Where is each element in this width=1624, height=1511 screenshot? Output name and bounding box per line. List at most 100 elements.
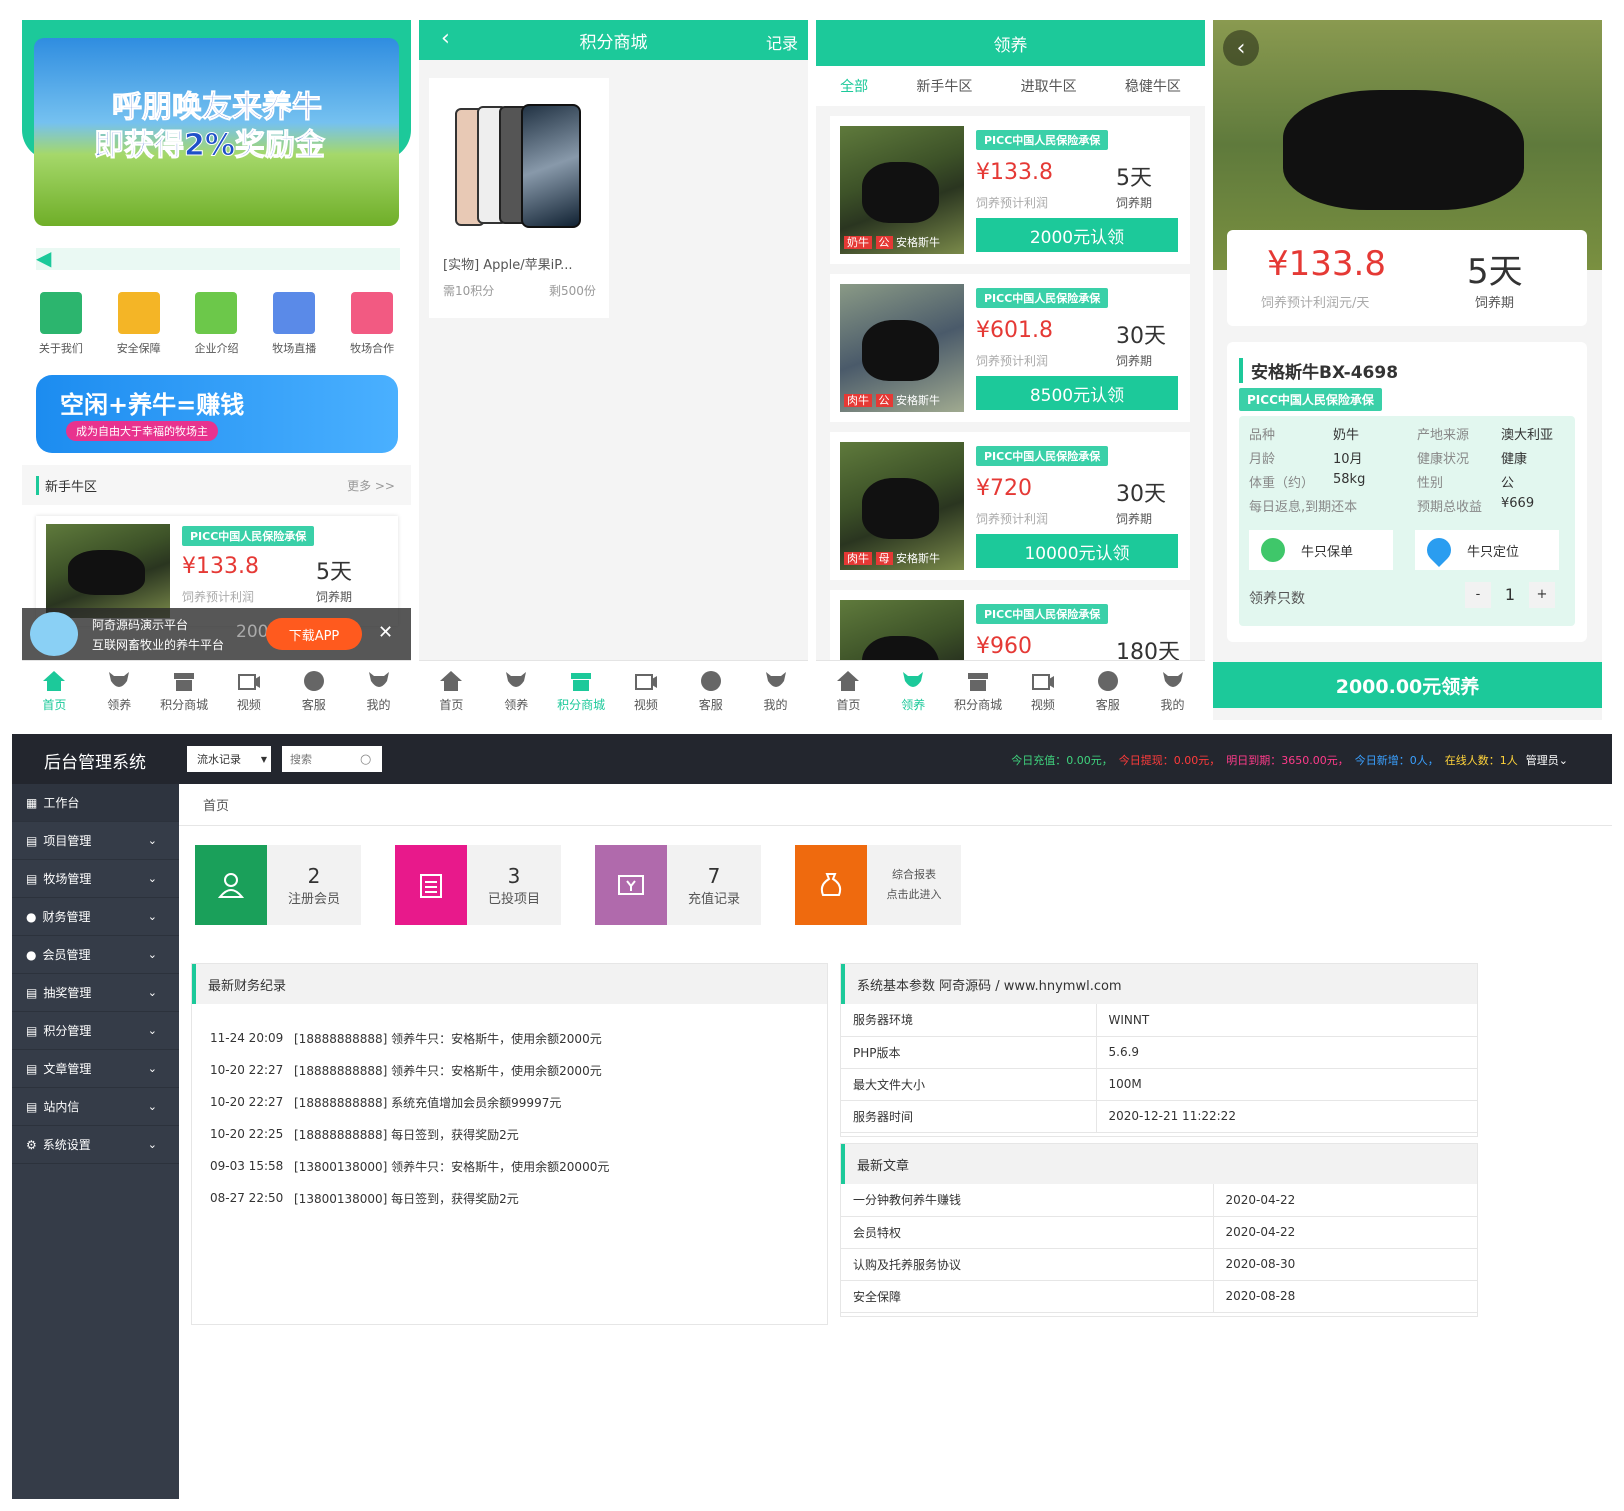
grid-icon: ▦	[26, 795, 38, 810]
adopt-card[interactable]: 肉牛 公 安格斯牛 PICC中国人民保险承保 ¥601.8 30天 饲养预计利润…	[830, 274, 1190, 422]
nav-home[interactable]: 首页	[419, 661, 484, 720]
policy-button[interactable]: 牛只保单	[1249, 530, 1393, 570]
search-input[interactable]	[290, 752, 360, 766]
nav-adopt[interactable]: 领养	[484, 661, 549, 720]
adopt-card[interactable]: 肉牛 母 安格斯牛 PICC中国人民保险承保 ¥720 30天 饲养预计利润 饲…	[830, 432, 1190, 580]
cow-price: ¥133.8	[182, 554, 259, 579]
qty-value[interactable]: 1	[1495, 582, 1525, 608]
nav-video[interactable]: 视频	[613, 661, 678, 720]
tab-novice[interactable]: 新手牛区	[916, 76, 972, 96]
type-select[interactable]: 流水记录 ▼	[187, 746, 271, 772]
yen-note-icon	[618, 875, 644, 895]
claim-button[interactable]: 2000元认领	[976, 218, 1178, 252]
claim-button[interactable]: 8500元认领	[976, 376, 1178, 410]
table-row[interactable]: 一分钟教何养牛赚钱 2020-04-22	[841, 1184, 1477, 1217]
stat-card-projects[interactable]: 3 已投项目	[395, 845, 561, 925]
nav-service[interactable]: 客服	[1075, 661, 1140, 720]
claim-button[interactable]: 10000元认领	[976, 534, 1178, 568]
nav-mine[interactable]: 我的	[1140, 661, 1205, 720]
locate-button[interactable]: 牛只定位	[1415, 530, 1559, 570]
list-item: 10-20 22:27 [18888888888] 领养牛只：安格斯牛，使用余额2…	[210, 1063, 602, 1078]
detail-days-label: 饲养期	[1475, 296, 1515, 311]
sidebar-item-articles[interactable]: ▤ 文章管理 ⌄	[12, 1050, 179, 1088]
clipboard-icon	[420, 874, 442, 898]
sidebar-item-points[interactable]: ▤ 积分管理 ⌄	[12, 1012, 179, 1050]
nav-service[interactable]: 客服	[281, 661, 346, 720]
qty-plus-button[interactable]: +	[1529, 582, 1555, 608]
nav-shop[interactable]: 积分商城	[549, 661, 614, 720]
nav-home[interactable]: 首页	[22, 661, 87, 720]
promo-title: 空闲+养牛=赚钱	[60, 391, 245, 419]
cow-days: 30天	[1116, 324, 1166, 349]
tab-advance[interactable]: 进取牛区	[1021, 76, 1077, 96]
nav-shop[interactable]: 积分商城	[946, 661, 1011, 720]
banner-text-line2: 即获得2%奖励金	[94, 128, 326, 164]
home-icon	[837, 670, 860, 691]
shop-screen: ‹ 积分商城 记录 [实物] Apple/苹果iP... 需10积分 剩500份…	[419, 20, 808, 720]
cow-tags: 肉牛 公 安格斯牛	[844, 392, 940, 408]
nav-service[interactable]: 客服	[678, 661, 743, 720]
sidebar-item-settings[interactable]: ⚙ 系统设置 ⌄	[12, 1126, 179, 1164]
product-remain: 剩500份	[549, 284, 596, 298]
sidebar-item-lottery[interactable]: ▤ 抽奖管理 ⌄	[12, 974, 179, 1012]
stat-card-recharge[interactable]: 7 充值记录	[595, 845, 761, 925]
table-row: 服务器环境 WINNT	[841, 1004, 1477, 1037]
table-row[interactable]: 会员特权 2020-04-22	[841, 1216, 1477, 1249]
detail-days: 5天	[1467, 252, 1523, 292]
product-card[interactable]: [实物] Apple/苹果iP... 需10积分 剩500份	[429, 78, 609, 318]
app-line1: 阿奇源码演示平台	[92, 618, 189, 632]
admin-topbar: 后台管理系统 流水记录▼ ○ 今日充值：0.00元， 今日提现：0.00元， 明…	[12, 734, 1612, 784]
sidebar-item-farm[interactable]: ▤ 牧场管理 ⌄	[12, 860, 179, 898]
nav-home[interactable]: 首页	[816, 661, 881, 720]
about-us-link[interactable]: 关于我们	[39, 292, 83, 364]
stat-card-report[interactable]: 综合报表 点击此进入	[795, 845, 961, 925]
sidebar-item-dashboard[interactable]: ▦ 工作台	[12, 784, 179, 822]
location-pin-icon	[1422, 533, 1456, 567]
chevron-down-icon: ⌄	[147, 1100, 157, 1113]
farm-live-link[interactable]: 牧场直播	[272, 292, 316, 364]
articles-table: 一分钟教何养牛赚钱 2020-04-22 会员特权 2020-04-22 认购及托养…	[841, 1184, 1477, 1313]
back-icon[interactable]: ‹	[441, 26, 450, 51]
table-row[interactable]: 安全保障 2020-08-28	[841, 1280, 1477, 1313]
submit-adopt-button[interactable]: 2000.00元领养	[1213, 662, 1602, 708]
adopt-card[interactable]: 奶牛 公 安格斯牛 PICC中国人民保险承保 ¥133.8 5天 饲养预计利润 …	[830, 116, 1190, 264]
doc-icon: ▤	[26, 1023, 38, 1038]
chevron-down-icon: ⌄	[147, 986, 157, 999]
promo-banner[interactable]: 空闲+养牛=赚钱 成为自由大于幸福的牧场主	[36, 375, 398, 453]
security-link[interactable]: 安全保障	[117, 292, 161, 364]
sidebar-item-members[interactable]: ● 会员管理 ⌄	[12, 936, 179, 974]
nav-mine[interactable]: 我的	[346, 661, 411, 720]
nav-video[interactable]: 视频	[1010, 661, 1075, 720]
video-icon	[237, 673, 260, 690]
table-row[interactable]: 认购及托养服务协议 2020-08-30	[841, 1248, 1477, 1281]
stat-card-members[interactable]: 2 注册会员	[195, 845, 361, 925]
back-icon[interactable]: ‹	[1223, 30, 1259, 66]
more-link[interactable]: 更多 >>	[347, 477, 395, 494]
qty-minus-button[interactable]: -	[1465, 582, 1491, 608]
company-intro-link[interactable]: 企业介绍	[194, 292, 238, 364]
picc-badge: PICC中国人民保险承保	[1239, 388, 1382, 411]
admin-user-menu[interactable]: 管理员⌄	[1526, 752, 1568, 768]
farm-coop-link[interactable]: 牧场合作	[350, 292, 394, 364]
search-icon[interactable]: ○	[360, 752, 371, 767]
nav-video[interactable]: 视频	[216, 661, 281, 720]
adopt-title: 领养	[993, 35, 1028, 56]
nav-mine[interactable]: 我的	[743, 661, 808, 720]
tab-all[interactable]: 全部	[840, 76, 868, 96]
sidebar-item-finance[interactable]: ● 财务管理 ⌄	[12, 898, 179, 936]
nav-adopt[interactable]: 领养	[881, 661, 946, 720]
sidebar-item-projects[interactable]: ▤ 项目管理 ⌄	[12, 822, 179, 860]
search-box[interactable]: ○	[282, 746, 382, 772]
nav-shop[interactable]: 积分商城	[152, 661, 217, 720]
nav-adopt[interactable]: 领养	[87, 661, 152, 720]
close-icon[interactable]: ✕	[378, 622, 393, 643]
profit-label: 饲养预计利润	[976, 196, 1049, 210]
adopt-screen: 领养 全部 新手牛区 进取牛区 稳健牛区 奶牛 公 安格斯牛 PICC中国人民保…	[816, 20, 1205, 720]
record-link[interactable]: 记录	[766, 30, 798, 54]
stats-bar: 今日充值：0.00元， 今日提现：0.00元， 明日到期：3650.00元， 今…	[1011, 752, 1568, 768]
attr-box: 品种 奶牛 产地来源 澳大利亚 月龄 10月 健康状况 健康 体重（约） 58kg 性别公 每日…	[1239, 416, 1575, 626]
sidebar-item-messages[interactable]: ▤ 站内信 ⌄	[12, 1088, 179, 1126]
tab-stable[interactable]: 稳健牛区	[1125, 76, 1181, 96]
home-banner[interactable]: 呼朋唤友来养牛 即获得2%奖励金	[34, 38, 399, 226]
download-app-button[interactable]: 下载APP	[266, 618, 362, 650]
